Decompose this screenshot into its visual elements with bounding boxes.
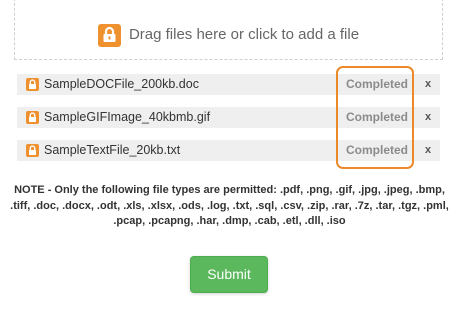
file-status: Completed — [345, 143, 408, 157]
lock-icon — [26, 144, 39, 157]
lock-icon — [26, 78, 39, 91]
remove-file-button[interactable]: x — [422, 107, 434, 128]
file-dropzone[interactable]: Drag files here or click to add a file — [14, 0, 443, 60]
file-row: SampleDOCFile_200kb.doc Completed x — [17, 74, 440, 95]
upload-panel: Drag files here or click to add a file S… — [0, 0, 459, 323]
file-status: Completed — [345, 77, 408, 91]
submit-button[interactable]: Submit — [190, 256, 268, 293]
lock-icon — [97, 23, 121, 47]
lock-icon — [26, 111, 39, 124]
dropzone-instruction: Drag files here or click to add a file — [128, 26, 360, 43]
file-name: SampleTextFile_20kb.txt — [44, 143, 181, 157]
file-type-note: NOTE - Only the following file types are… — [10, 184, 449, 227]
file-row: SampleGIFImage_40kbmb.gif Completed x — [17, 107, 440, 128]
file-row: SampleTextFile_20kb.txt Completed x — [17, 140, 440, 161]
remove-file-button[interactable]: x — [422, 74, 434, 95]
file-status: Completed — [345, 110, 408, 124]
dropzone-content[interactable]: Drag files here or click to add a file — [15, 23, 442, 47]
file-name: SampleDOCFile_200kb.doc — [44, 77, 199, 91]
remove-file-button[interactable]: x — [422, 140, 434, 161]
file-name: SampleGIFImage_40kbmb.gif — [44, 110, 211, 124]
